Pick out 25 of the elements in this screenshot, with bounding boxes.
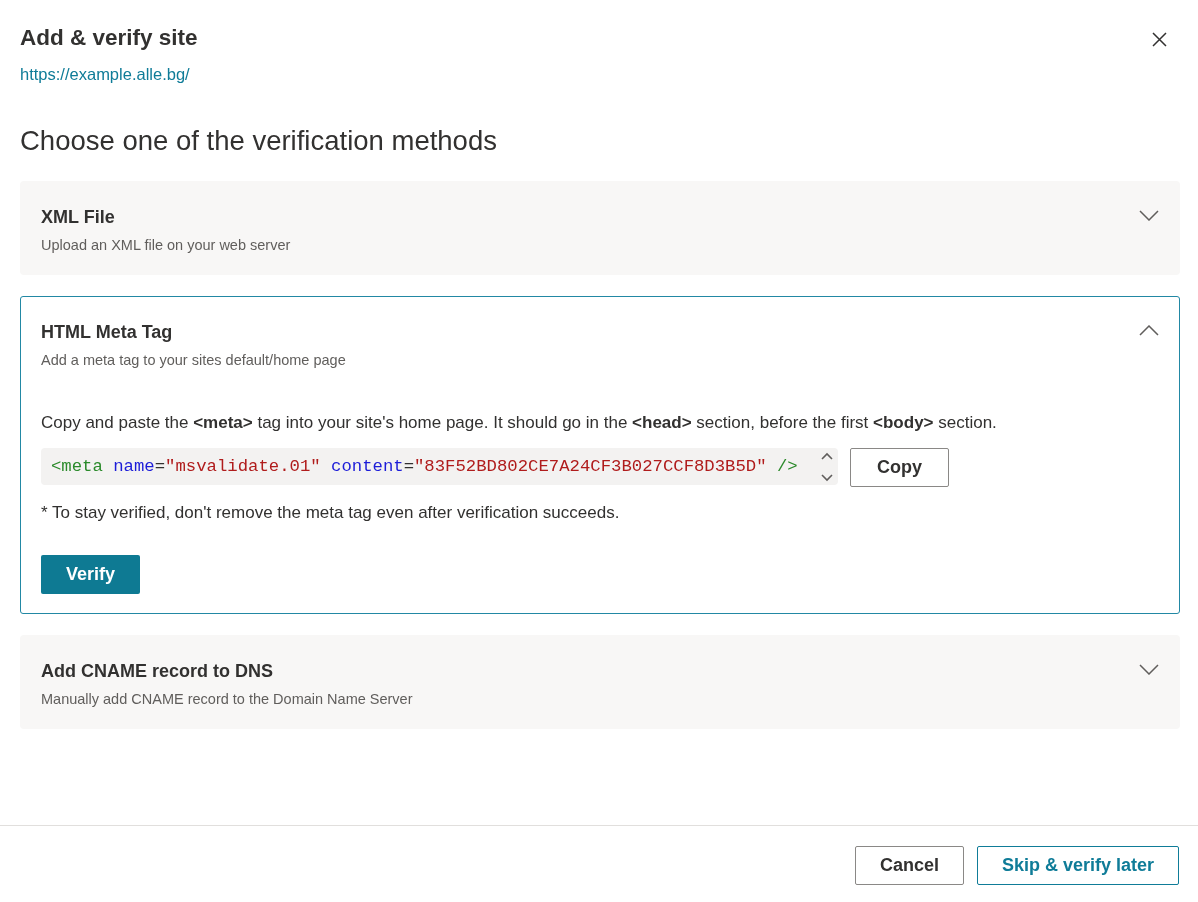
chevron-down-icon[interactable] (1139, 664, 1159, 675)
close-icon (1152, 32, 1167, 47)
chevron-up-icon[interactable] (1139, 325, 1159, 336)
note-text: * To stay verified, don't remove the meta tag even after verification succeeds. (41, 502, 621, 524)
accordion-panel[interactable]: Add CNAME record to DNS Manually add CNAME record to the Domain Name Server (20, 635, 1180, 729)
panel-description: Add a meta tag to your sites default/home page (41, 351, 346, 370)
accordion-panel[interactable] (20, 296, 1180, 614)
site-url-link[interactable]: https://example.alle.bg/ (20, 63, 190, 85)
accordion-panel[interactable]: XML File Upload an XML file on your web server (20, 181, 1180, 275)
cancel-button[interactable]: Cancel (854, 846, 964, 885)
copy-button[interactable]: Copy (850, 448, 949, 487)
panel-title: HTML Meta Tag (41, 321, 174, 344)
code-field[interactable]: <meta name="msvalidate.01" content="83F52BD802CE7A24CF3B027CCF8D3B5D" /> (41, 448, 838, 485)
close-button[interactable] (1152, 32, 1167, 47)
dialog-title: Add & verify site (20, 24, 198, 52)
panel-description: Manually add CNAME record to the Domain Name Server (41, 690, 413, 709)
chevron-down-icon[interactable] (1139, 210, 1159, 221)
panel-description: Upload an XML file on your web server (41, 236, 291, 255)
panel-title: XML File (41, 206, 116, 229)
verify-button[interactable]: Verify (41, 555, 140, 594)
skip-button[interactable]: Skip & verify later (976, 846, 1179, 885)
scroll-arrows-icon[interactable] (820, 450, 834, 483)
instruction-text: Copy and paste the <meta> tag into your site's home page. It should go in the <head> section, before the first <body> section. (41, 412, 998, 434)
panel-title: Add CNAME record to DNS (41, 660, 274, 683)
section-heading: Choose one of the verification methods (20, 124, 498, 158)
